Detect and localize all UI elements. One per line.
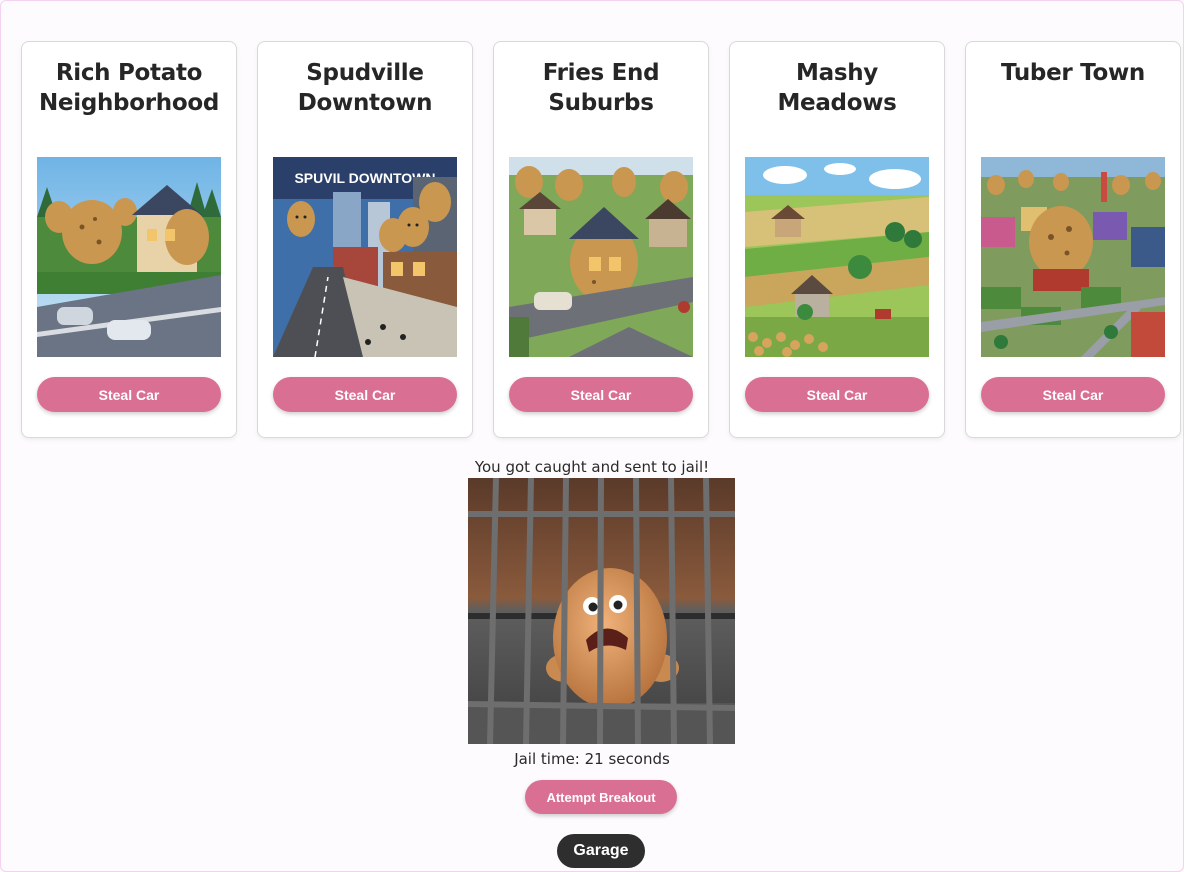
rich-potato-neighborhood-image [37, 157, 221, 357]
neighborhood-card-mashy-meadows: Mashy Meadows Steal Car [729, 41, 945, 438]
steal-car-button[interactable]: Steal Car [273, 377, 457, 412]
card-title: Fries End Suburbs [542, 60, 660, 116]
garage-button[interactable]: Garage [557, 834, 645, 868]
card-title: Tuber Town [1000, 60, 1145, 86]
steal-car-button[interactable]: Steal Car [509, 377, 693, 412]
jail-time-text: Jail time: 21 seconds [514, 750, 670, 768]
neighborhood-card-tuber-town: Tuber Town Steal Car [965, 41, 1181, 438]
neighborhood-card-rich-potato: Rich Potato Neighborhood Steal Car [21, 41, 237, 438]
jailed-potato-image [468, 478, 735, 744]
steal-car-button[interactable]: Steal Car [745, 377, 929, 412]
spudville-downtown-image: SPUVIL DOWNTOWN [273, 157, 457, 357]
card-title: Spudville Downtown [297, 60, 433, 116]
tuber-town-image [981, 157, 1165, 357]
fries-end-suburbs-image [509, 157, 693, 357]
steal-car-button[interactable]: Steal Car [37, 377, 221, 412]
jail-message: You got caught and sent to jail! [474, 458, 710, 476]
neighborhood-card-fries-end: Fries End Suburbs Steal Car [493, 41, 709, 438]
card-title: Mashy Meadows [777, 60, 897, 116]
steal-car-button[interactable]: Steal Car [981, 377, 1165, 412]
neighborhood-card-spudville: Spudville Downtown SPUVIL DOWNTOWN Steal… [257, 41, 473, 438]
neighborhood-list: Rich Potato Neighborhood Steal Car Spudv… [21, 41, 1181, 438]
card-title: Rich Potato Neighborhood [38, 60, 220, 116]
mashy-meadows-image [745, 157, 929, 357]
attempt-breakout-button[interactable]: Attempt Breakout [525, 780, 677, 814]
jail-section: You got caught and sent to jail! Jail ti… [0, 456, 1184, 868]
